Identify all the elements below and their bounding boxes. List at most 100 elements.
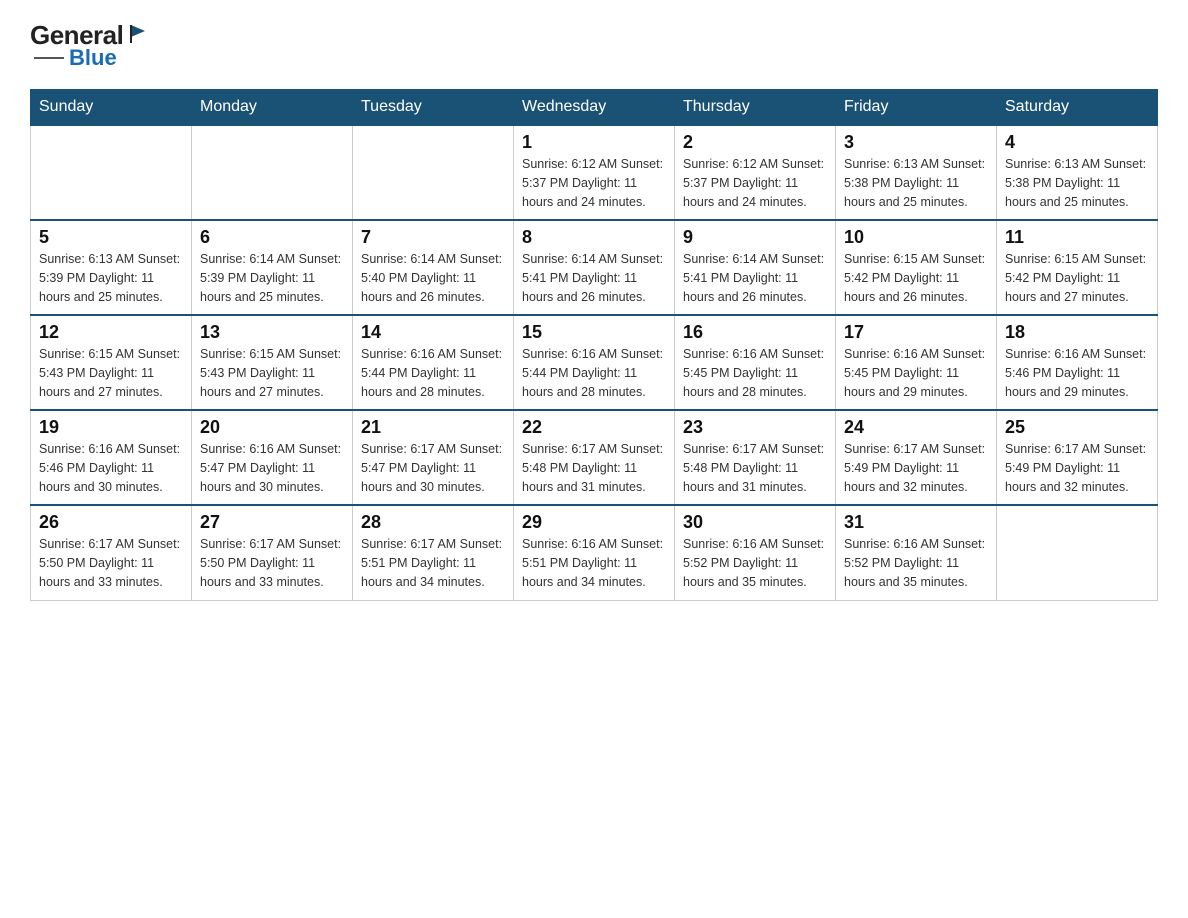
calendar-cell: 18Sunrise: 6:16 AM Sunset: 5:46 PM Dayli… [997,315,1158,410]
day-number: 12 [39,322,183,343]
logo-blue-text: Blue [69,45,117,71]
day-number: 5 [39,227,183,248]
calendar-cell: 1Sunrise: 6:12 AM Sunset: 5:37 PM Daylig… [514,125,675,220]
day-info: Sunrise: 6:14 AM Sunset: 5:40 PM Dayligh… [361,250,505,306]
day-number: 2 [683,132,827,153]
day-number: 16 [683,322,827,343]
day-number: 6 [200,227,344,248]
day-info: Sunrise: 6:16 AM Sunset: 5:46 PM Dayligh… [39,440,183,496]
day-number: 27 [200,512,344,533]
calendar-cell: 12Sunrise: 6:15 AM Sunset: 5:43 PM Dayli… [31,315,192,410]
calendar-cell: 31Sunrise: 6:16 AM Sunset: 5:52 PM Dayli… [836,505,997,600]
calendar-cell: 3Sunrise: 6:13 AM Sunset: 5:38 PM Daylig… [836,125,997,220]
calendar-cell: 22Sunrise: 6:17 AM Sunset: 5:48 PM Dayli… [514,410,675,505]
calendar-week-row: 12Sunrise: 6:15 AM Sunset: 5:43 PM Dayli… [31,315,1158,410]
calendar-cell: 24Sunrise: 6:17 AM Sunset: 5:49 PM Dayli… [836,410,997,505]
calendar-cell: 6Sunrise: 6:14 AM Sunset: 5:39 PM Daylig… [192,220,353,315]
day-info: Sunrise: 6:15 AM Sunset: 5:43 PM Dayligh… [39,345,183,401]
calendar-week-row: 26Sunrise: 6:17 AM Sunset: 5:50 PM Dayli… [31,505,1158,600]
calendar-cell: 2Sunrise: 6:12 AM Sunset: 5:37 PM Daylig… [675,125,836,220]
day-info: Sunrise: 6:15 AM Sunset: 5:43 PM Dayligh… [200,345,344,401]
day-number: 3 [844,132,988,153]
day-info: Sunrise: 6:17 AM Sunset: 5:50 PM Dayligh… [39,535,183,591]
calendar-cell [192,125,353,220]
day-number: 31 [844,512,988,533]
day-info: Sunrise: 6:17 AM Sunset: 5:49 PM Dayligh… [844,440,988,496]
day-number: 15 [522,322,666,343]
calendar-cell: 11Sunrise: 6:15 AM Sunset: 5:42 PM Dayli… [997,220,1158,315]
day-info: Sunrise: 6:16 AM Sunset: 5:45 PM Dayligh… [683,345,827,401]
weekday-header-monday: Monday [192,90,353,126]
weekday-header-friday: Friday [836,90,997,126]
day-number: 28 [361,512,505,533]
day-info: Sunrise: 6:16 AM Sunset: 5:47 PM Dayligh… [200,440,344,496]
day-info: Sunrise: 6:16 AM Sunset: 5:46 PM Dayligh… [1005,345,1149,401]
day-number: 24 [844,417,988,438]
day-number: 20 [200,417,344,438]
calendar-cell: 14Sunrise: 6:16 AM Sunset: 5:44 PM Dayli… [353,315,514,410]
calendar-cell: 15Sunrise: 6:16 AM Sunset: 5:44 PM Dayli… [514,315,675,410]
day-number: 9 [683,227,827,248]
calendar-cell: 28Sunrise: 6:17 AM Sunset: 5:51 PM Dayli… [353,505,514,600]
logo-divider [34,57,64,59]
day-number: 1 [522,132,666,153]
day-info: Sunrise: 6:13 AM Sunset: 5:38 PM Dayligh… [1005,155,1149,211]
day-number: 10 [844,227,988,248]
day-number: 14 [361,322,505,343]
calendar-cell: 4Sunrise: 6:13 AM Sunset: 5:38 PM Daylig… [997,125,1158,220]
day-info: Sunrise: 6:17 AM Sunset: 5:48 PM Dayligh… [683,440,827,496]
day-info: Sunrise: 6:17 AM Sunset: 5:51 PM Dayligh… [361,535,505,591]
day-info: Sunrise: 6:13 AM Sunset: 5:39 PM Dayligh… [39,250,183,306]
header: General Blue [30,20,1158,71]
calendar-cell: 19Sunrise: 6:16 AM Sunset: 5:46 PM Dayli… [31,410,192,505]
calendar-cell: 27Sunrise: 6:17 AM Sunset: 5:50 PM Dayli… [192,505,353,600]
day-info: Sunrise: 6:17 AM Sunset: 5:47 PM Dayligh… [361,440,505,496]
day-number: 21 [361,417,505,438]
calendar-cell: 20Sunrise: 6:16 AM Sunset: 5:47 PM Dayli… [192,410,353,505]
day-info: Sunrise: 6:12 AM Sunset: 5:37 PM Dayligh… [683,155,827,211]
day-number: 22 [522,417,666,438]
day-number: 8 [522,227,666,248]
day-info: Sunrise: 6:14 AM Sunset: 5:39 PM Dayligh… [200,250,344,306]
calendar-cell [31,125,192,220]
day-info: Sunrise: 6:16 AM Sunset: 5:44 PM Dayligh… [361,345,505,401]
calendar-cell: 30Sunrise: 6:16 AM Sunset: 5:52 PM Dayli… [675,505,836,600]
calendar-cell: 23Sunrise: 6:17 AM Sunset: 5:48 PM Dayli… [675,410,836,505]
day-number: 11 [1005,227,1149,248]
calendar-cell: 7Sunrise: 6:14 AM Sunset: 5:40 PM Daylig… [353,220,514,315]
calendar-cell: 13Sunrise: 6:15 AM Sunset: 5:43 PM Dayli… [192,315,353,410]
day-info: Sunrise: 6:17 AM Sunset: 5:49 PM Dayligh… [1005,440,1149,496]
calendar-cell: 17Sunrise: 6:16 AM Sunset: 5:45 PM Dayli… [836,315,997,410]
day-info: Sunrise: 6:15 AM Sunset: 5:42 PM Dayligh… [844,250,988,306]
weekday-header-saturday: Saturday [997,90,1158,126]
weekday-header-sunday: Sunday [31,90,192,126]
day-info: Sunrise: 6:13 AM Sunset: 5:38 PM Dayligh… [844,155,988,211]
calendar-cell: 29Sunrise: 6:16 AM Sunset: 5:51 PM Dayli… [514,505,675,600]
day-info: Sunrise: 6:16 AM Sunset: 5:52 PM Dayligh… [683,535,827,591]
day-info: Sunrise: 6:16 AM Sunset: 5:45 PM Dayligh… [844,345,988,401]
day-info: Sunrise: 6:14 AM Sunset: 5:41 PM Dayligh… [522,250,666,306]
calendar-table: SundayMondayTuesdayWednesdayThursdayFrid… [30,89,1158,601]
day-number: 7 [361,227,505,248]
calendar-cell: 10Sunrise: 6:15 AM Sunset: 5:42 PM Dayli… [836,220,997,315]
weekday-header-tuesday: Tuesday [353,90,514,126]
day-number: 13 [200,322,344,343]
day-number: 17 [844,322,988,343]
calendar-cell: 9Sunrise: 6:14 AM Sunset: 5:41 PM Daylig… [675,220,836,315]
logo-flag-icon [127,23,149,50]
day-number: 26 [39,512,183,533]
calendar-week-row: 19Sunrise: 6:16 AM Sunset: 5:46 PM Dayli… [31,410,1158,505]
day-number: 4 [1005,132,1149,153]
day-number: 25 [1005,417,1149,438]
weekday-header-row: SundayMondayTuesdayWednesdayThursdayFrid… [31,90,1158,126]
day-info: Sunrise: 6:15 AM Sunset: 5:42 PM Dayligh… [1005,250,1149,306]
calendar-cell [997,505,1158,600]
weekday-header-thursday: Thursday [675,90,836,126]
calendar-week-row: 5Sunrise: 6:13 AM Sunset: 5:39 PM Daylig… [31,220,1158,315]
day-info: Sunrise: 6:12 AM Sunset: 5:37 PM Dayligh… [522,155,666,211]
day-info: Sunrise: 6:16 AM Sunset: 5:52 PM Dayligh… [844,535,988,591]
calendar-cell: 21Sunrise: 6:17 AM Sunset: 5:47 PM Dayli… [353,410,514,505]
day-number: 29 [522,512,666,533]
calendar-cell: 26Sunrise: 6:17 AM Sunset: 5:50 PM Dayli… [31,505,192,600]
day-info: Sunrise: 6:14 AM Sunset: 5:41 PM Dayligh… [683,250,827,306]
